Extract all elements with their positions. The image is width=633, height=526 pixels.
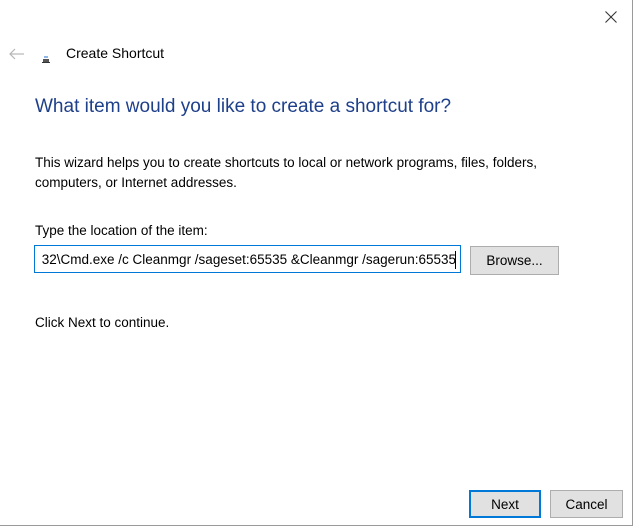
location-input-value: 32\Cmd.exe /c Cleanmgr /sageset:65535 &C…: [41, 252, 456, 267]
back-arrow-icon: [9, 48, 24, 60]
cancel-button[interactable]: Cancel: [550, 490, 623, 518]
shortcut-wizard-icon: [40, 52, 52, 64]
text-caret: [455, 251, 456, 269]
close-button[interactable]: [596, 4, 626, 30]
continue-instruction: Click Next to continue.: [35, 315, 170, 330]
wizard-description: This wizard helps you to create shortcut…: [35, 155, 537, 190]
browse-button[interactable]: Browse...: [470, 246, 559, 275]
close-icon: [605, 11, 617, 23]
window-title: Create Shortcut: [66, 45, 165, 61]
location-label: Type the location of the item:: [35, 223, 208, 238]
back-button[interactable]: [6, 44, 28, 64]
next-button[interactable]: Next: [469, 490, 541, 518]
page-heading: What item would you like to create a sho…: [35, 96, 452, 117]
location-input[interactable]: 32\Cmd.exe /c Cleanmgr /sageset:65535 &C…: [34, 245, 461, 273]
create-shortcut-window: Create Shortcut What item would you like…: [0, 0, 633, 526]
